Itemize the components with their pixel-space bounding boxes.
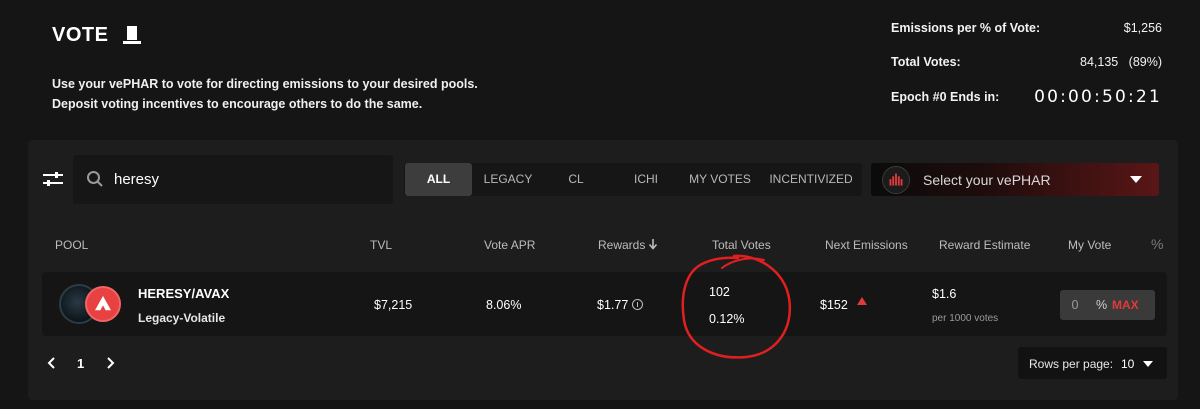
- tab-ichi[interactable]: ICHI: [622, 163, 670, 196]
- pool-total-votes-percent: 0.12%: [709, 312, 745, 326]
- reward-estimate-unit: per 1000 votes: [932, 313, 999, 324]
- pool-next-emissions: $152: [820, 298, 848, 312]
- vephar-select-label: Select your vePHAR: [923, 172, 1051, 188]
- header-tvl[interactable]: TVL: [370, 238, 392, 252]
- search-icon: [87, 171, 103, 187]
- total-votes-value: 84,135 (89%): [1080, 55, 1162, 69]
- page-description-line-2: Deposit voting incentives to encourage o…: [52, 97, 423, 111]
- emissions-value: $1,256: [1123, 21, 1162, 35]
- chevron-down-icon: [1130, 176, 1142, 183]
- filter-sliders-icon[interactable]: [42, 170, 64, 188]
- chevron-left-icon[interactable]: [46, 355, 58, 371]
- epoch-timer: 00:00:50:21: [1034, 87, 1162, 107]
- page-title: VOTE: [52, 24, 109, 46]
- search-input[interactable]: [114, 163, 384, 196]
- header-reward-estimate[interactable]: Reward Estimate: [939, 238, 1030, 252]
- pool-reward-estimate: $1.6: [932, 287, 957, 301]
- header-next-emissions[interactable]: Next Emissions: [825, 238, 908, 252]
- header-vote-apr[interactable]: Vote APR: [484, 238, 535, 252]
- chevron-down-icon: [1143, 361, 1153, 367]
- vephar-logo-icon: [882, 166, 910, 194]
- rows-per-page-label: Rows per page:: [1029, 357, 1114, 371]
- total-votes-label: Total Votes:: [891, 55, 961, 69]
- sort-down-arrow-icon[interactable]: [648, 238, 658, 250]
- pool-tvl: $7,215: [374, 298, 413, 312]
- tab-cl[interactable]: CL: [554, 163, 598, 196]
- pool-pair-name[interactable]: HERESY/AVAX: [138, 286, 229, 301]
- page-description-line-1: Use your vePHAR to vote for directing em…: [52, 77, 478, 91]
- max-vote-button[interactable]: MAX: [1112, 298, 1139, 312]
- pool-rewards: $1.77: [597, 298, 629, 312]
- avax-token-icon: [85, 286, 121, 322]
- top-hat-icon: [123, 26, 141, 44]
- warning-triangle-icon: [857, 297, 867, 305]
- epoch-label: Epoch #0 Ends in:: [891, 90, 1000, 104]
- header-percent-toggle[interactable]: %: [1151, 236, 1163, 252]
- header-my-vote: My Vote: [1068, 238, 1112, 252]
- tab-all[interactable]: ALL: [405, 163, 472, 196]
- tab-my-votes[interactable]: MY VOTES: [686, 163, 754, 196]
- my-vote-input[interactable]: [1064, 293, 1086, 317]
- header-total-votes[interactable]: Total Votes: [712, 238, 771, 252]
- pool-total-votes: 102: [709, 285, 730, 299]
- header-pool[interactable]: POOL: [55, 238, 88, 252]
- rows-per-page-value: 10: [1121, 357, 1135, 371]
- my-vote-percent-sign: %: [1096, 298, 1108, 312]
- tab-legacy[interactable]: LEGACY: [476, 163, 540, 196]
- pool-vote-apr: 8.06%: [486, 298, 522, 312]
- chevron-right-icon[interactable]: [104, 355, 116, 371]
- page-number[interactable]: 1: [77, 356, 84, 371]
- pool-type: Legacy-Volatile: [138, 311, 226, 325]
- info-icon[interactable]: [632, 299, 643, 310]
- header-rewards[interactable]: Rewards: [598, 238, 645, 252]
- tab-incentivized[interactable]: INCENTIVIZED: [768, 163, 854, 196]
- emissions-label: Emissions per % of Vote:: [891, 21, 1041, 35]
